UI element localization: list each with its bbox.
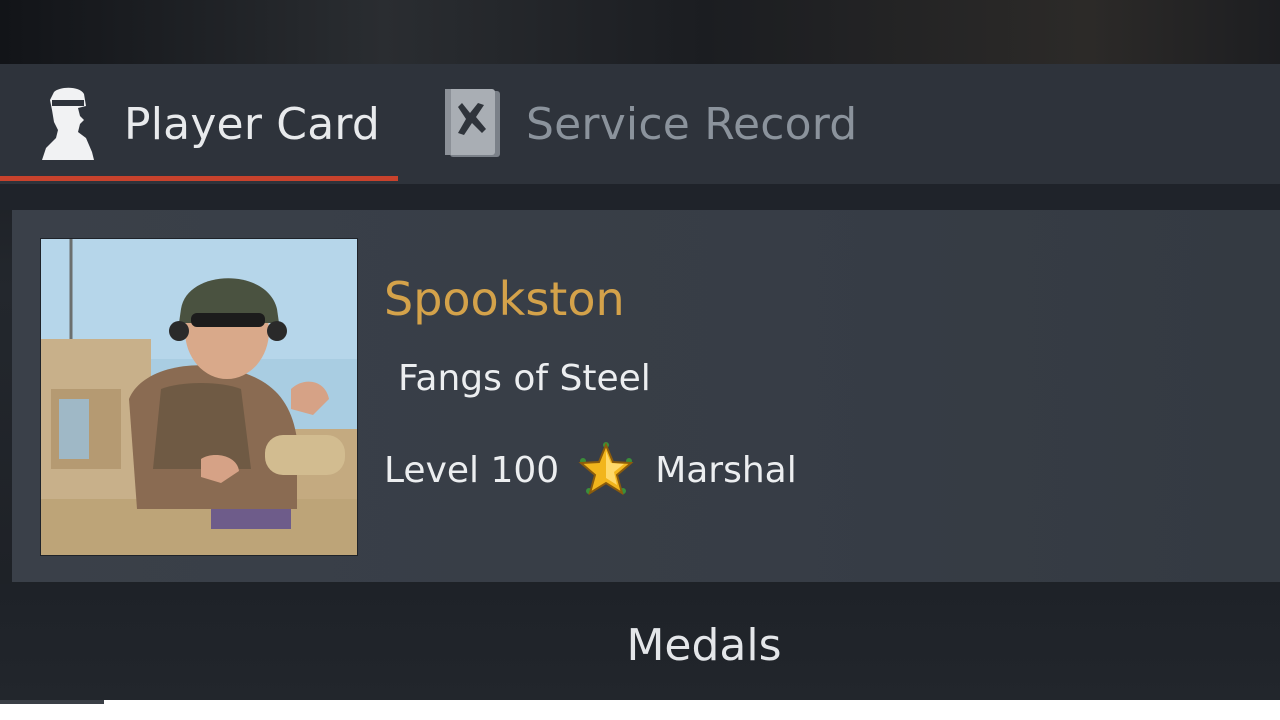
scroll-indicator bbox=[0, 700, 104, 704]
level-row: Level 100 Marshal bbox=[384, 442, 797, 498]
gold-star-icon bbox=[575, 439, 637, 501]
window-bottom-edge bbox=[0, 700, 1280, 720]
top-backdrop bbox=[0, 0, 1280, 64]
plane-book-icon bbox=[442, 87, 504, 161]
player-avatar[interactable] bbox=[40, 238, 358, 556]
medals-heading[interactable]: Medals bbox=[0, 620, 1280, 671]
player-rank: Marshal bbox=[655, 449, 797, 491]
player-card-panel: Spookston Fangs of Steel Level 100 Marsh… bbox=[12, 210, 1280, 582]
active-tab-indicator bbox=[0, 176, 398, 181]
tab-bar-divider bbox=[0, 184, 1280, 210]
tab-service-record-label: Service Record bbox=[526, 98, 858, 150]
profile-window: Player Card Service Record Spookston Fan… bbox=[0, 0, 1280, 720]
tab-player-card[interactable]: Player Card bbox=[40, 64, 380, 184]
player-title: Fangs of Steel bbox=[398, 358, 651, 399]
soldier-silhouette-icon bbox=[40, 86, 96, 162]
player-level: Level 100 bbox=[384, 449, 560, 491]
tab-bar: Player Card Service Record bbox=[0, 64, 1280, 184]
tab-player-card-label: Player Card bbox=[124, 98, 381, 150]
player-name: Spookston bbox=[384, 272, 625, 326]
tab-service-record[interactable]: Service Record bbox=[442, 64, 857, 184]
